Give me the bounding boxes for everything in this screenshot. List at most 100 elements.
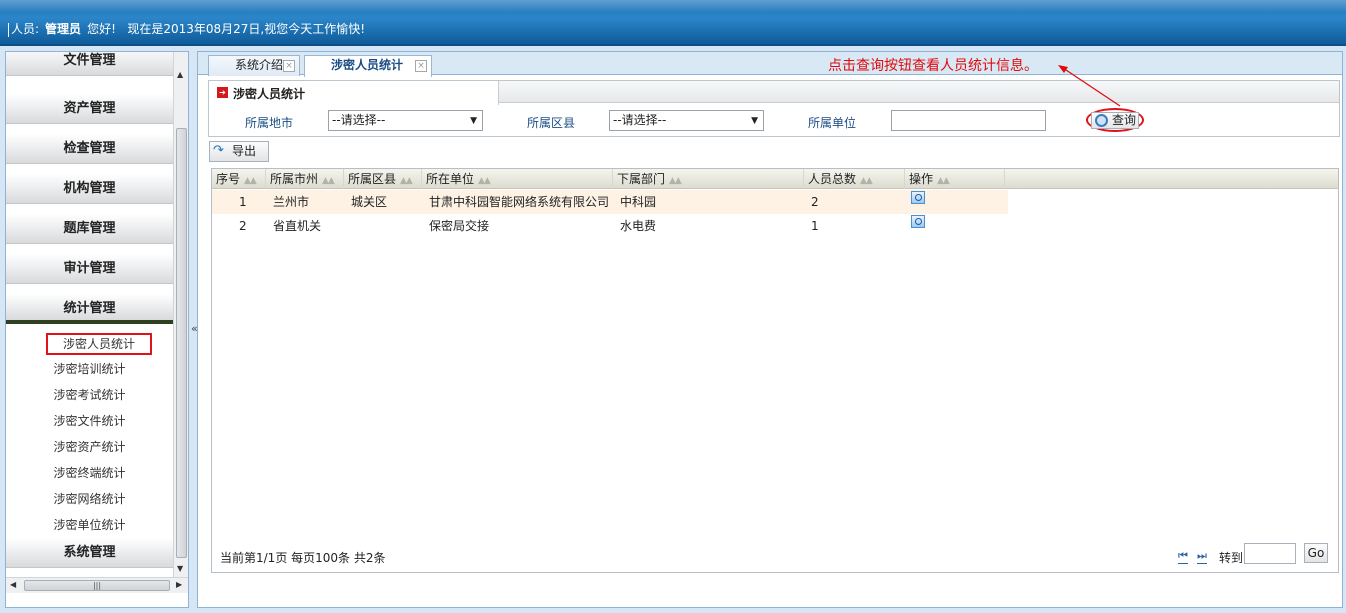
tab-label: 系统介绍 [235,58,284,72]
tab-system-intro[interactable]: 系统介绍 × [208,55,300,76]
export-icon: ↷ [213,143,224,158]
view-icon[interactable] [911,191,925,204]
column-header[interactable]: 下属部门 ▲▲ [613,169,804,189]
panel-title: 涉密人员统计 [233,87,306,101]
column-header[interactable]: 序号 ▲▲ [212,169,266,189]
greeting: 您好! [87,22,116,36]
chevron-down-icon: ▼ [470,116,477,126]
query-button[interactable]: 查询 [1091,112,1139,129]
banner-strip [0,0,1346,12]
submenu-network-stats[interactable]: 涉密网络统计 [6,488,173,510]
user-prefix: 人员: [11,22,40,36]
goto-page-input[interactable] [1244,543,1296,564]
search-panel: ➔ 涉密人员统计 所属地市 --请选择-- ▼ 所属区县 --请选择-- ▼ 所… [208,80,1340,137]
district-select[interactable]: --请选择-- ▼ [609,110,764,131]
menu-inspection[interactable]: 检查管理 [6,134,173,164]
sidebar-horizontal-scrollbar[interactable]: ◀ ||| ▶ [6,577,188,593]
submenu-document-stats[interactable]: 涉密文件统计 [6,410,173,432]
menu-asset[interactable]: 资产管理 [6,94,173,124]
cell-district: 城关区 [351,195,388,209]
menu-statistics[interactable]: 统计管理 [6,294,173,324]
pagination-bar: 当前第1/1页 每页100条 共2条 ⏮ ⏭ 转到 Go [212,539,1338,573]
cell-city: 省直机关 [273,219,322,233]
sort-icon: ▲▲ [322,176,335,186]
menu-audit[interactable]: 审计管理 [6,254,173,284]
cell-index: 1 [239,195,247,209]
query-button-label: 查询 [1112,113,1137,127]
submenu-exam-stats[interactable]: 涉密考试统计 [6,384,173,406]
scroll-up-icon[interactable]: ▲ [177,70,183,79]
tab-bar: 系统介绍 × 涉密人员统计 × 点击查询按钮查看人员统计信息。 [198,52,1342,77]
sort-icon: ▲▲ [478,176,491,186]
cell-district [347,214,351,238]
panel-title-tab: ➔ 涉密人员统计 [209,81,499,105]
export-label: 导出 [232,144,257,158]
close-icon[interactable]: × [415,60,427,72]
scroll-down-icon[interactable]: ▼ [177,564,183,573]
scroll-right-icon[interactable]: ▶ [176,580,182,589]
submenu-personnel-stats[interactable]: 涉密人员统计 [46,333,152,355]
cell-department: 中科园 [620,195,657,209]
annotation-text: 点击查询按钮查看人员统计信息。 [828,58,1038,74]
main-content: 系统介绍 × 涉密人员统计 × 点击查询按钮查看人员统计信息。 ➔ 涉密人员统计… [197,51,1343,608]
menu-organization[interactable]: 机构管理 [6,174,173,204]
cell-city: 兰州市 [273,195,310,209]
column-header[interactable]: 所属市州 ▲▲ [266,169,344,189]
sidebar-vertical-scrollbar[interactable]: ▲ ▼ [173,52,188,577]
column-header[interactable]: 人员总数 ▲▲ [804,169,905,189]
unit-label: 所属单位 [808,116,857,130]
user-name: 管理员 [45,22,82,36]
export-button[interactable]: ↷ 导出 [209,141,269,162]
separator [8,22,9,37]
top-banner: 人员: 管理员 您好! 现在是2013年08月27日,视您今天工作愉快! [0,0,1346,46]
submenu-asset-stats[interactable]: 涉密资产统计 [6,436,173,458]
pagination-info: 当前第1/1页 每页100条 共2条 [220,551,386,565]
column-header[interactable]: 所属区县 ▲▲ [344,169,422,189]
view-icon[interactable] [911,215,925,228]
last-page-icon[interactable]: ⏭ [1197,549,1207,564]
hscroll-thumb[interactable]: ||| [24,580,170,591]
city-select-value: --请选择-- [332,113,386,127]
scroll-left-icon[interactable]: ◀ [10,580,16,589]
column-header[interactable]: 所在单位 ▲▲ [422,169,613,189]
arrow-right-icon: ➔ [217,87,228,98]
search-icon [1095,114,1108,127]
table-row[interactable]: 2 省直机关 保密局交接 水电费 1 [212,214,1008,238]
user-info-bar: 人员: 管理员 您好! 现在是2013年08月27日,视您今天工作愉快! [8,20,365,37]
goto-label: 转到 [1219,551,1244,565]
scroll-thumb[interactable] [176,128,187,558]
cell-total: 1 [811,219,819,233]
city-select[interactable]: --请选择-- ▼ [328,110,483,131]
submenu-unit-stats[interactable]: 涉密单位统计 [6,514,173,536]
sort-icon: ▲▲ [860,176,873,186]
query-button-highlight: 查询 [1086,108,1144,132]
submenu-terminal-stats[interactable]: 涉密终端统计 [6,462,173,484]
sort-icon: ▲▲ [669,176,682,186]
unit-input[interactable] [891,110,1046,131]
data-grid: 序号 ▲▲ 所属市州 ▲▲ 所属区县 ▲▲ 所在单位 ▲▲ 下属部门 ▲▲ 人员总数 ▲▲ … [211,168,1339,573]
cell-index: 2 [239,219,247,233]
city-label: 所属地市 [245,116,294,130]
cell-department: 水电费 [620,219,657,233]
sort-icon: ▲▲ [937,176,950,186]
table-row[interactable]: 1 兰州市 城关区 甘肃中科园智能网络系统有限公司 中科园 2 [212,190,1008,214]
go-button[interactable]: Go [1304,543,1328,563]
district-label: 所属区县 [527,116,576,130]
date-message: 现在是2013年08月27日,视您今天工作愉快! [127,22,366,36]
menu-file[interactable]: 文件管理 [6,52,173,76]
tab-label: 涉密人员统计 [331,58,404,72]
sidebar: 文件管理 资产管理 检查管理 机构管理 题库管理 审计管理 统计管理 涉密人员统… [5,51,189,608]
column-header[interactable]: 操作 ▲▲ [905,169,1005,189]
tab-personnel-stats[interactable]: 涉密人员统计 × [304,55,432,77]
cell-unit: 保密局交接 [429,219,490,233]
grid-header: 序号 ▲▲ 所属市州 ▲▲ 所属区县 ▲▲ 所在单位 ▲▲ 下属部门 ▲▲ 人员总数 ▲▲ … [212,169,1338,189]
sidebar-menu: 文件管理 资产管理 检查管理 机构管理 题库管理 审计管理 统计管理 涉密人员统… [6,52,173,577]
chevron-down-icon: ▼ [751,116,758,126]
cell-total: 2 [811,195,819,209]
menu-question-bank[interactable]: 题库管理 [6,214,173,244]
first-page-icon[interactable]: ⏮ [1178,549,1188,564]
submenu-training-stats[interactable]: 涉密培训统计 [6,358,173,380]
sort-icon: ▲▲ [400,176,413,186]
menu-system[interactable]: 系统管理 [6,538,173,568]
close-icon[interactable]: × [283,60,295,72]
